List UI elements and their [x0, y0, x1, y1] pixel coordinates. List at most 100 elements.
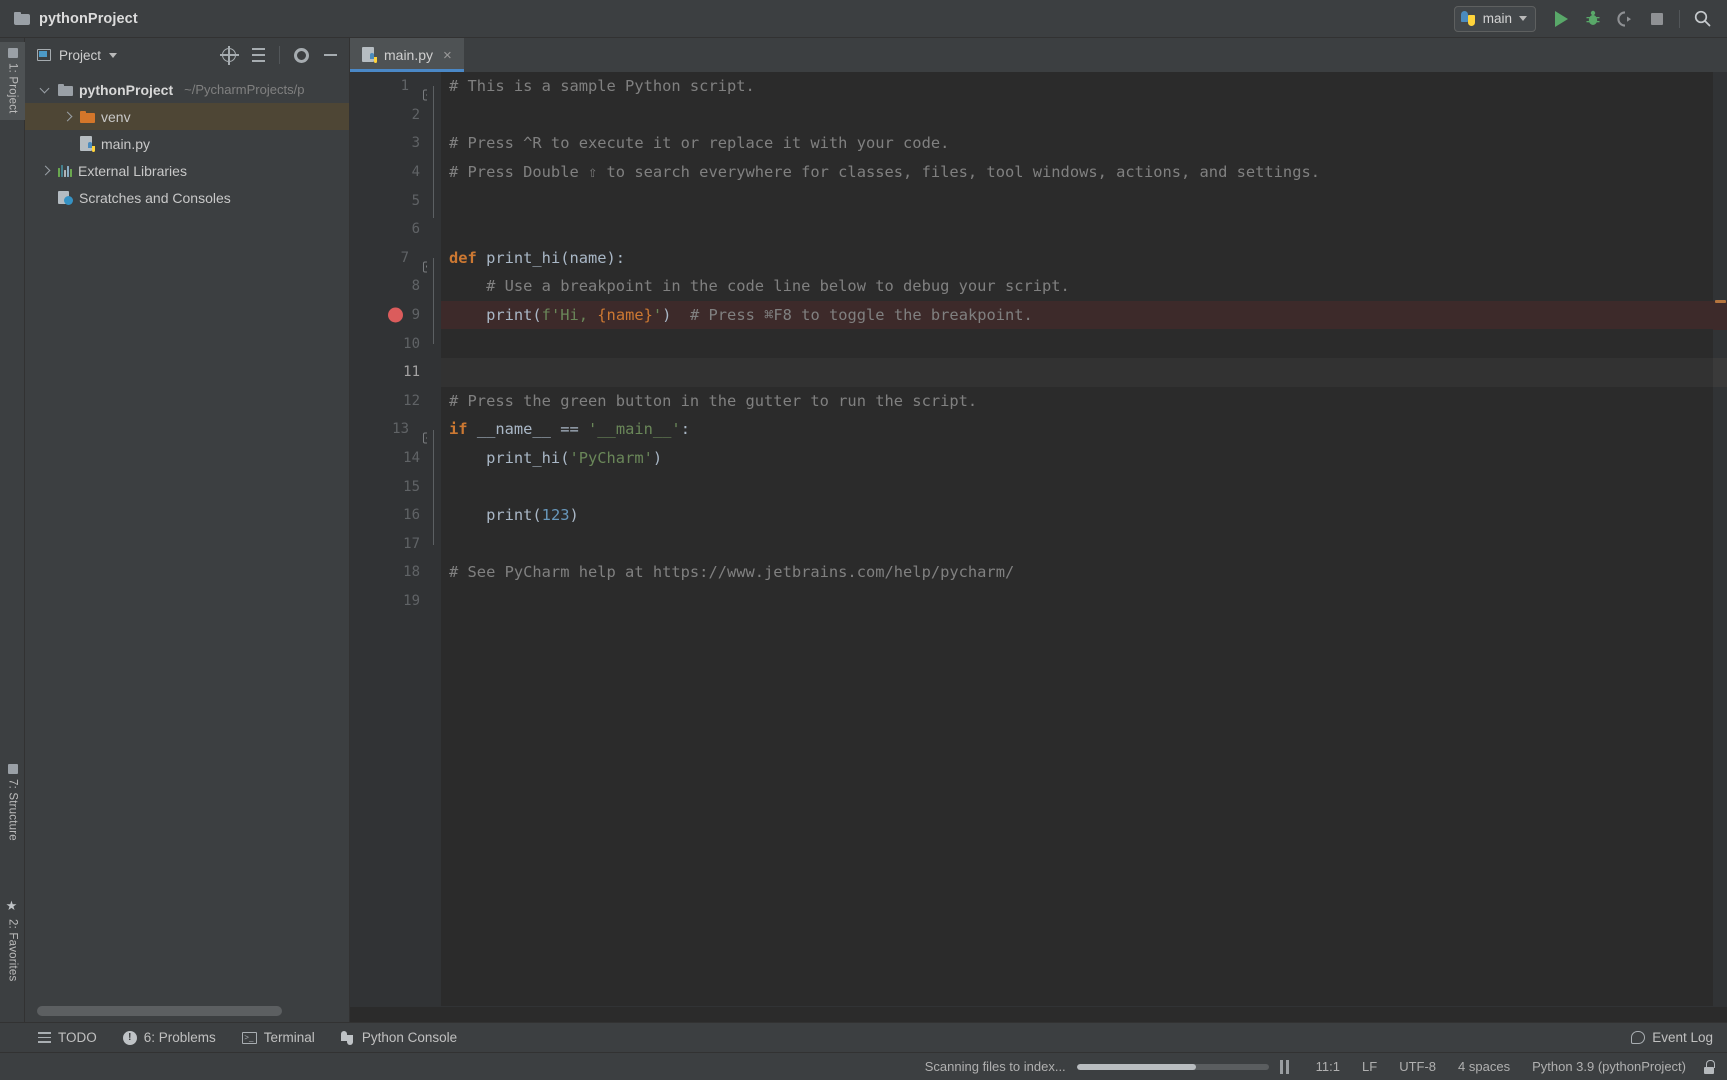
code-line[interactable]: print(123) — [441, 501, 1713, 530]
run-with-coverage-button[interactable] — [1610, 4, 1640, 34]
tool-window-python-console[interactable]: Python Console — [340, 1030, 458, 1045]
tree-node-label: External Libraries — [78, 162, 187, 179]
code-comment: # This is a sample Python script. — [449, 77, 755, 95]
tree-node-venv[interactable]: venv — [25, 103, 349, 130]
lock-icon[interactable] — [1703, 1059, 1715, 1074]
debug-button[interactable] — [1578, 4, 1608, 34]
chevron-down-icon[interactable] — [109, 52, 118, 58]
pause-icon[interactable] — [1279, 1059, 1289, 1074]
line-number: 4 — [411, 164, 420, 181]
tool-window-label: Python Console — [361, 1030, 458, 1045]
project-tool-window: Project pythonProject ~/PycharmProjects/… — [25, 38, 350, 1022]
folder-icon — [58, 83, 73, 96]
sidebar-item-favorites[interactable]: ★ 2: Favorites — [0, 893, 25, 988]
indent-setting[interactable]: 4 spaces — [1447, 1059, 1521, 1074]
target-icon — [220, 46, 239, 65]
folder-icon — [14, 12, 30, 25]
editor-tab-bar: main.py × — [350, 38, 1727, 72]
hide-button[interactable] — [317, 42, 343, 68]
editor-tab-label: main.py — [384, 47, 434, 63]
fold-region-line — [433, 430, 435, 545]
code-line[interactable]: print_hi('PyCharm') — [441, 444, 1713, 473]
chevron-right-icon[interactable] — [61, 110, 74, 123]
tool-window-label: TODO — [58, 1030, 97, 1045]
indexing-status: Scanning files to index... — [925, 1059, 1289, 1074]
code-line[interactable] — [441, 530, 1713, 559]
tool-window-todo[interactable]: TODO — [38, 1030, 97, 1045]
code-line[interactable] — [441, 215, 1713, 244]
settings-button[interactable] — [288, 42, 314, 68]
collapse-all-button[interactable] — [245, 42, 271, 68]
code-line[interactable]: # Press Double ⇧ to search everywhere fo… — [441, 158, 1713, 187]
code-identifier: ) — [569, 505, 579, 524]
close-icon[interactable]: × — [440, 46, 455, 65]
line-number: 7 — [400, 249, 409, 266]
tree-node-main-py[interactable]: main.py — [25, 130, 349, 157]
select-opened-file-button[interactable] — [216, 42, 242, 68]
code-line[interactable]: # Press ^R to execute it or replace it w… — [441, 129, 1713, 158]
line-number-gutter[interactable]: 1 2 3 4 5 6 7 8 9 10 11 12 13 14 15 16 1 — [350, 72, 441, 1006]
file-encoding[interactable]: UTF-8 — [1388, 1059, 1447, 1074]
code-string: 'PyCharm' — [569, 448, 653, 467]
project-panel-title[interactable]: Project — [37, 48, 118, 63]
breakpoint-marker[interactable] — [1713, 301, 1727, 330]
search-everywhere-button[interactable] — [1687, 4, 1717, 34]
code-comment: # Press Double ⇧ to search everywhere fo… — [449, 162, 1320, 181]
editor-horizontal-scrollbar[interactable] — [350, 1006, 1727, 1022]
tool-window-problems[interactable]: ! 6: Problems — [122, 1030, 216, 1045]
breakpoint-icon[interactable] — [388, 307, 403, 323]
project-panel-toolbar — [216, 42, 343, 68]
code-line[interactable] — [441, 329, 1713, 358]
code-comment: # Press ⌘F8 to toggle the breakpoint. — [671, 305, 1033, 324]
scrollbar-thumb[interactable] — [37, 1006, 282, 1016]
indexing-label: Scanning files to index... — [924, 1059, 1066, 1074]
code-line-breakpoint[interactable]: print(f'Hi, {name}') # Press ⌘F8 to togg… — [441, 300, 1713, 330]
panel-toolbar-divider — [279, 46, 280, 64]
tree-node-scratches-and-consoles[interactable]: Scratches and Consoles — [25, 184, 349, 211]
line-number: 6 — [411, 221, 420, 238]
line-number: 13 — [392, 421, 409, 438]
code-folding-strip[interactable] — [427, 72, 441, 1006]
libraries-icon — [58, 164, 73, 177]
code-line[interactable] — [441, 587, 1713, 616]
tree-node-pythonProject[interactable]: pythonProject ~/PycharmProjects/p — [25, 76, 349, 103]
code-text[interactable]: # This is a sample Python script. # Pres… — [441, 72, 1713, 1006]
stop-button[interactable] — [1642, 4, 1672, 34]
minus-icon — [323, 54, 337, 56]
folder-orange-icon — [80, 110, 95, 123]
code-line[interactable]: # This is a sample Python script. — [441, 72, 1713, 101]
code-fstring-expr: {name} — [597, 305, 653, 324]
line-number: 10 — [403, 335, 420, 352]
code-line[interactable]: if __name__ == '__main__': — [441, 415, 1713, 444]
code-line[interactable]: # Use a breakpoint in the code line belo… — [441, 272, 1713, 301]
sidebar-item-project[interactable]: 1: Project — [0, 42, 25, 120]
tab-main-py[interactable]: main.py × — [350, 38, 464, 72]
code-line-caret[interactable] — [441, 357, 1713, 387]
run-configuration-selector[interactable]: main — [1453, 5, 1536, 32]
code-line[interactable] — [441, 472, 1713, 501]
chevron-down-icon[interactable] — [39, 83, 52, 96]
project-panel-horizontal-scrollbar[interactable] — [25, 1000, 349, 1022]
code-line[interactable] — [441, 186, 1713, 215]
project-window-icon — [7, 48, 18, 58]
event-log-button[interactable]: Event Log — [1631, 1030, 1713, 1045]
tree-node-label: main.py — [101, 135, 151, 152]
python-file-icon — [80, 135, 95, 152]
tree-node-external-libraries[interactable]: External Libraries — [25, 157, 349, 184]
chevron-right-icon[interactable] — [39, 164, 52, 177]
code-line[interactable]: # See PyCharm help at https://www.jetbra… — [441, 558, 1713, 587]
line-number: 14 — [403, 450, 420, 467]
sidebar-item-structure[interactable]: 7: Structure — [0, 758, 25, 847]
project-panel-header: Project — [25, 38, 349, 72]
python-interpreter[interactable]: Python 3.9 (pythonProject) — [1521, 1059, 1697, 1074]
code-comment: # Use a breakpoint in the code line belo… — [449, 277, 1070, 296]
tool-window-terminal[interactable]: >_ Terminal — [241, 1030, 315, 1045]
run-button[interactable] — [1546, 4, 1576, 34]
code-line[interactable] — [441, 101, 1713, 130]
error-stripe-marker[interactable] — [1715, 300, 1726, 303]
caret-position[interactable]: 11:1 — [1305, 1059, 1351, 1074]
code-line[interactable]: # Press the green button in the gutter t… — [441, 387, 1713, 416]
code-line[interactable]: def print_hi(name): — [441, 244, 1713, 273]
editor-marker-gutter[interactable] — [1713, 72, 1727, 1006]
line-separator[interactable]: LF — [1351, 1059, 1388, 1074]
